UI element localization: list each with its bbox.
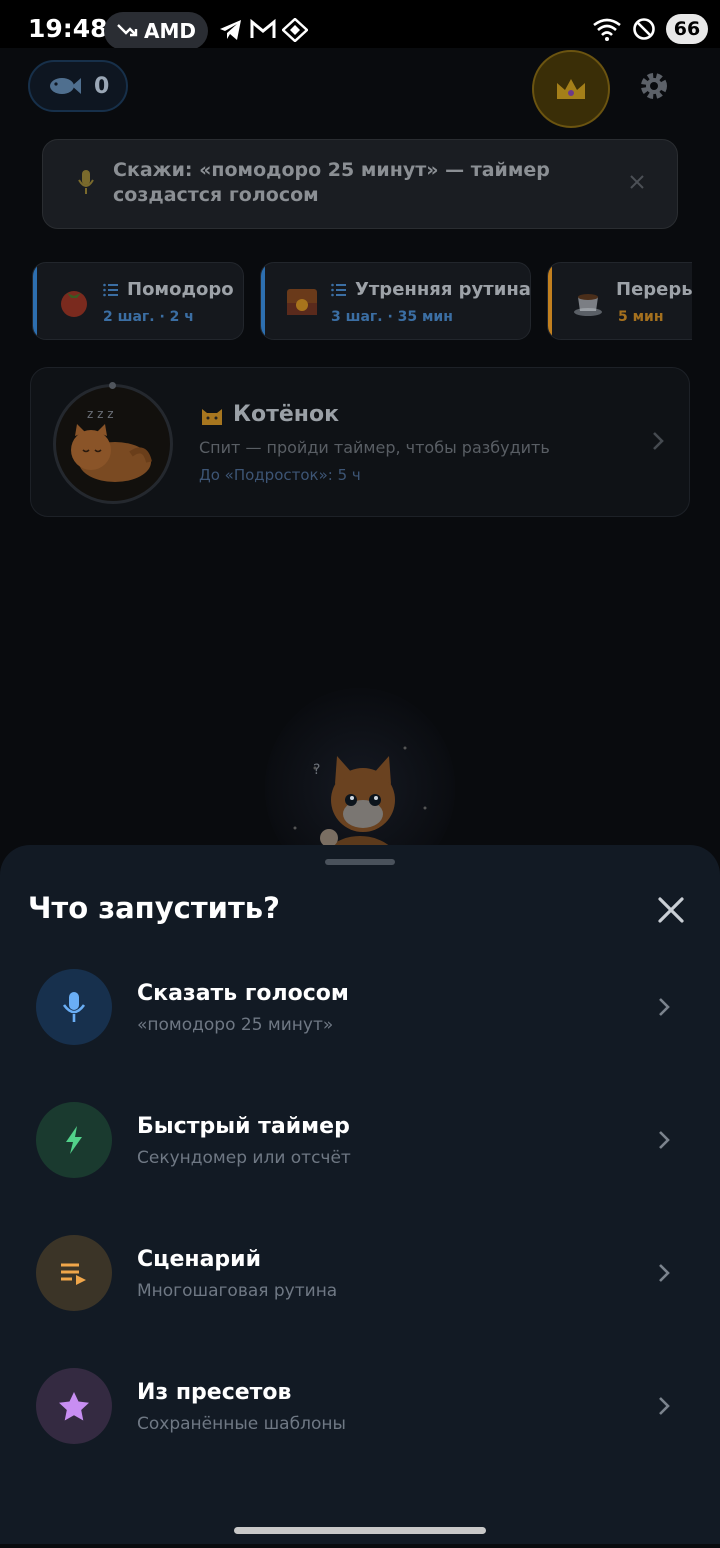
- option-label: Сценарий: [137, 1247, 261, 1272]
- voice-hint-banner: Скажи: «помодоро 25 минут» — таймер созд…: [42, 139, 678, 229]
- fish-count: 0: [94, 73, 110, 99]
- preset-title: Помодоро: [127, 279, 234, 300]
- option-quick-timer[interactable]: Быстрый таймер Секундомер или отсчёт: [0, 1102, 720, 1222]
- settings-button[interactable]: [632, 64, 676, 108]
- telegram-icon: [220, 20, 241, 40]
- battery-indicator: 66: [666, 14, 708, 44]
- voice-hint-text: Скажи: «помодоро 25 минут» — таймер созд…: [113, 159, 550, 206]
- chevron-right-icon: [653, 432, 664, 450]
- preset-meta: 5 мин: [618, 309, 664, 325]
- chevron-right-icon: [659, 1397, 670, 1415]
- wifi-icon: [593, 18, 621, 41]
- option-description: Сохранённые шаблоны: [137, 1414, 346, 1434]
- svg-text:z z z: z z z: [87, 407, 114, 421]
- lightning-icon: [66, 1126, 82, 1154]
- pet-status: Спит — пройди таймер, чтобы разбудить: [199, 438, 550, 457]
- close-icon[interactable]: [629, 174, 645, 190]
- preset-card-morning-routine[interactable]: Утренняя рутина 3 шаг. · 35 мин: [260, 262, 531, 340]
- option-label: Из пресетов: [137, 1380, 292, 1405]
- preset-title: Утренняя рутина: [355, 279, 531, 300]
- status-time: 19:48: [28, 14, 108, 43]
- status-call-pill[interactable]: AMD: [104, 12, 208, 50]
- option-description: Многошаговая рутина: [137, 1281, 338, 1301]
- pet-name-text: Котёнок: [233, 402, 340, 427]
- option-label: Сказать голосом: [137, 981, 349, 1006]
- playlist-icon: [61, 1263, 86, 1285]
- cat-face-icon: [202, 408, 222, 425]
- option-label: Быстрый таймер: [137, 1114, 350, 1139]
- launch-bottom-sheet: Что запустить? Сказать голосом «помодоро…: [0, 845, 720, 1544]
- gear-icon: [641, 73, 667, 99]
- mic-icon: [62, 992, 86, 1022]
- pet-progress-ring: z z z: [53, 382, 173, 504]
- premium-crown-button[interactable]: [532, 50, 610, 128]
- preset-card-pomodoro[interactable]: Помодоро 2 шаг. · 2 ч: [32, 262, 244, 340]
- preset-meta: 2 шаг. · 2 ч: [103, 309, 194, 325]
- fish-currency-pill[interactable]: 0: [28, 60, 128, 112]
- sheet-drag-handle[interactable]: [325, 859, 395, 865]
- preset-accent: [261, 263, 265, 339]
- app-diamond-icon: [282, 18, 308, 42]
- preset-meta: 3 шаг. · 35 мин: [331, 309, 453, 325]
- tomato-icon: [61, 291, 87, 317]
- option-description: Секундомер или отсчёт: [137, 1148, 351, 1168]
- coffee-icon: [574, 294, 602, 316]
- status-pill-label: AMD: [144, 19, 196, 43]
- option-icon-circle: [36, 1102, 112, 1178]
- list-icon: [331, 283, 346, 296]
- preset-title: Переры: [616, 279, 692, 300]
- list-icon: [103, 283, 118, 296]
- pet-name: Котёнок: [199, 402, 339, 427]
- option-presets[interactable]: Из пресетов Сохранённые шаблоны: [0, 1368, 720, 1488]
- chevron-right-icon: [659, 1131, 670, 1149]
- call-trend-icon: [117, 24, 138, 37]
- preset-carousel[interactable]: Помодоро 2 шаг. · 2 ч Утренняя рутина 3 …: [32, 262, 692, 342]
- pet-card[interactable]: z z z Котёнок Спит — пройди таймер, чтоб…: [30, 367, 690, 517]
- fish-icon: [50, 78, 81, 94]
- preset-accent: [548, 263, 552, 339]
- mic-icon: [78, 170, 94, 194]
- option-scenario[interactable]: Сценарий Многошаговая рутина: [0, 1235, 720, 1355]
- chevron-right-icon: [659, 998, 670, 1016]
- home-indicator[interactable]: [234, 1527, 486, 1534]
- sheet-title: Что запустить?: [28, 891, 280, 925]
- option-voice[interactable]: Сказать голосом «помодоро 25 минут»: [0, 969, 720, 1089]
- option-icon-circle: [36, 969, 112, 1045]
- option-icon-circle: [36, 1235, 112, 1311]
- sleeping-kitten-image: z z z: [71, 407, 152, 482]
- do-not-disturb-icon: [633, 18, 655, 40]
- preset-accent: [33, 263, 37, 339]
- svg-text:?: ?: [313, 762, 320, 778]
- preset-card-break[interactable]: Переры 5 мин: [547, 262, 692, 340]
- gmail-icon: [250, 18, 276, 38]
- sunrise-icon: [287, 289, 317, 315]
- pet-next-stage: До «Подросток»: 5 ч: [199, 466, 361, 484]
- close-icon[interactable]: [652, 891, 690, 929]
- chevron-right-icon: [659, 1264, 670, 1282]
- star-icon: [59, 1392, 89, 1421]
- crown-icon: [557, 79, 585, 99]
- option-description: «помодоро 25 минут»: [137, 1015, 334, 1035]
- option-icon-circle: [36, 1368, 112, 1444]
